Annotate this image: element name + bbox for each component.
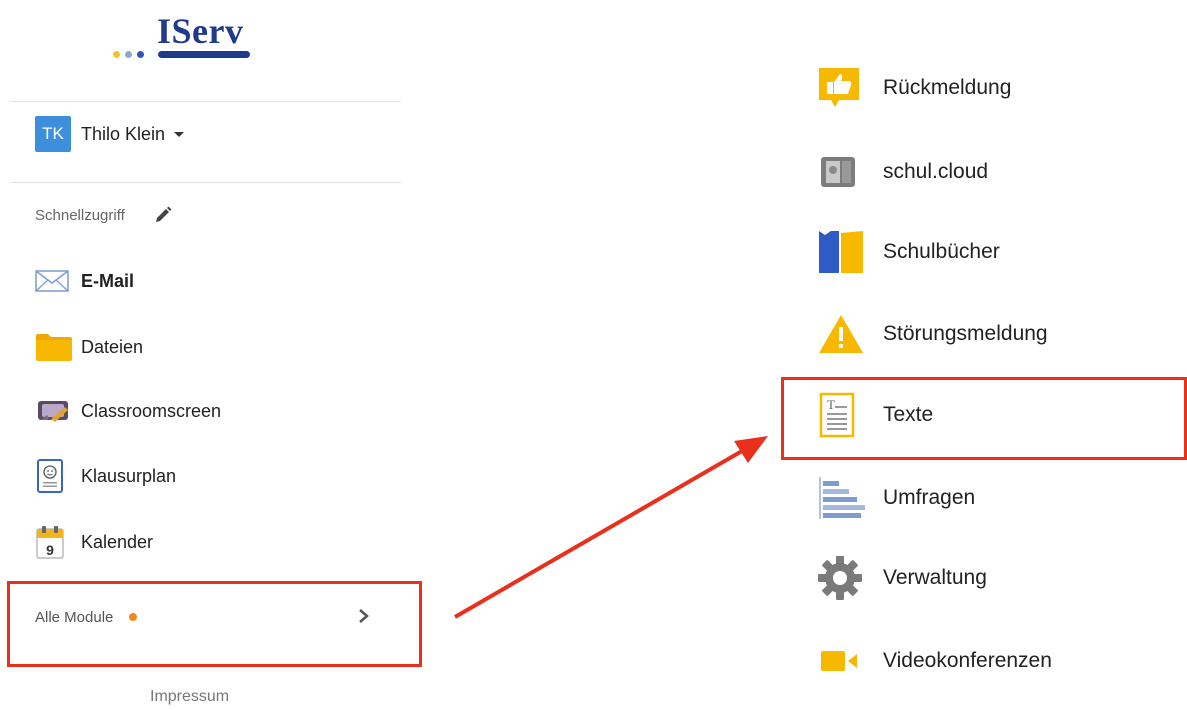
module-label: Verwaltung — [883, 566, 987, 589]
avatar: TK — [35, 116, 71, 152]
classroomscreen-icon — [35, 393, 73, 429]
nav-item-files[interactable]: Dateien — [35, 329, 143, 365]
module-item-feedback[interactable]: Rückmeldung — [817, 66, 1011, 110]
all-modules-label: Alle Module — [35, 608, 114, 626]
nav-label: E-Mail — [81, 270, 135, 291]
logo-dot-lightblue — [125, 51, 132, 58]
module-item-video-conferences[interactable]: Videokonferenzen — [817, 639, 1052, 683]
schulcloud-icon — [817, 150, 865, 194]
module-item-incident-report[interactable]: Störungsmeldung — [817, 312, 1048, 356]
logo-dot-yellow — [113, 51, 120, 58]
module-label: Rückmeldung — [883, 76, 1012, 99]
all-modules-button[interactable]: Alle Module — [35, 597, 385, 637]
mail-icon — [35, 263, 73, 299]
exam-plan-icon — [35, 458, 73, 494]
module-label: Texte — [883, 403, 934, 426]
user-name: Thilo Klein — [81, 123, 166, 144]
nav-label: Klausurplan — [81, 465, 177, 486]
nav-item-classroomscreen[interactable]: Classroomscreen — [35, 393, 221, 429]
module-label: Schulbücher — [883, 240, 1000, 263]
schoolbooks-icon — [817, 230, 865, 274]
gear-icon — [817, 556, 865, 600]
module-item-schulcloud[interactable]: schul.cloud — [817, 150, 988, 194]
divider — [10, 182, 401, 183]
survey-icon — [817, 476, 865, 520]
user-menu[interactable]: TK Thilo Klein — [35, 116, 185, 152]
nav-item-exam-plan[interactable]: Klausurplan — [35, 458, 176, 494]
text-document-icon: T — [817, 392, 865, 438]
logo-dot-blue — [137, 51, 144, 58]
module-label: Störungsmeldung — [883, 322, 1048, 345]
logo-underline — [158, 51, 250, 58]
chevron-right-icon — [359, 609, 369, 623]
caret-down-icon — [174, 131, 185, 137]
nav-label: Classroomscreen — [81, 400, 222, 421]
divider — [10, 101, 401, 102]
calendar-day: 9 — [46, 542, 54, 558]
nav-item-calendar[interactable]: 9 Kalender — [35, 524, 153, 560]
module-label: Videokonferenzen — [883, 649, 1052, 672]
module-item-administration[interactable]: Verwaltung — [817, 556, 987, 600]
svg-text:T: T — [827, 397, 835, 412]
module-item-surveys[interactable]: Umfragen — [817, 476, 975, 520]
folder-icon — [35, 329, 73, 365]
logo-text: IServ — [157, 11, 244, 51]
nav-item-email[interactable]: E-Mail — [35, 263, 134, 299]
quick-access-header: Schnellzugriff — [35, 205, 173, 225]
iserv-logo[interactable]: IServ — [113, 10, 263, 60]
calendar-icon: 9 — [35, 524, 73, 560]
nav-label: Dateien — [81, 336, 144, 357]
impressum-link[interactable]: Impressum — [150, 688, 229, 706]
nav-label: Kalender — [81, 531, 154, 552]
feedback-icon — [817, 66, 865, 110]
notification-dot — [129, 613, 138, 621]
module-label: schul.cloud — [883, 160, 989, 183]
pencil-icon[interactable] — [153, 205, 173, 225]
quick-access-label: Schnellzugriff — [35, 206, 125, 224]
module-item-texts[interactable]: T Texte — [817, 392, 934, 438]
warning-icon — [817, 312, 865, 356]
video-camera-icon — [817, 639, 865, 683]
module-label: Umfragen — [883, 486, 976, 509]
module-item-schoolbooks[interactable]: Schulbücher — [817, 230, 1000, 274]
